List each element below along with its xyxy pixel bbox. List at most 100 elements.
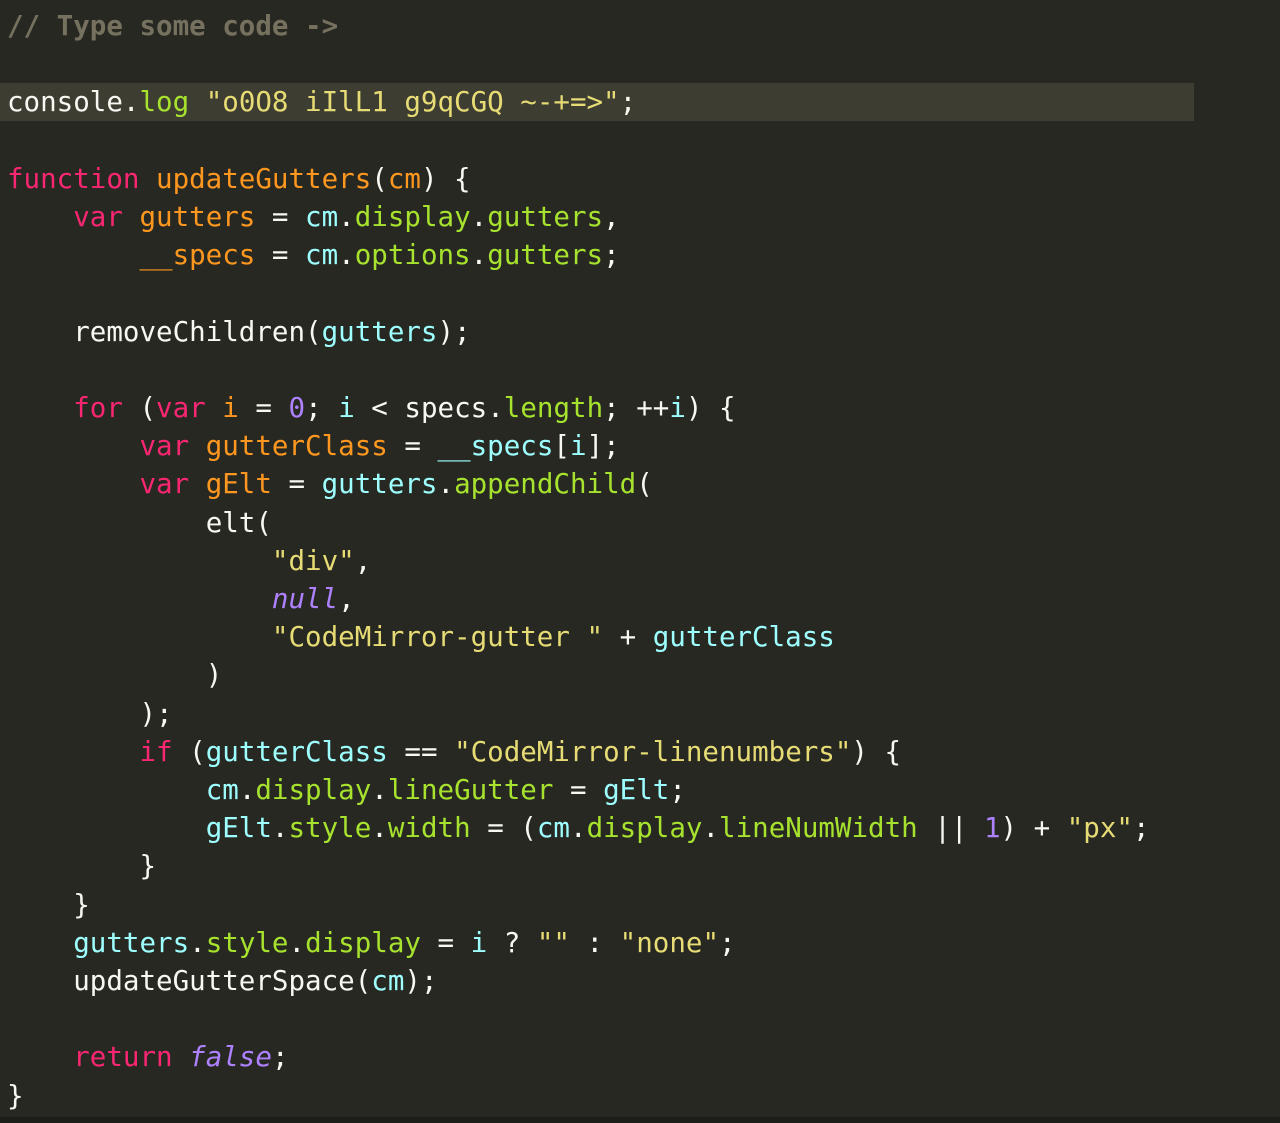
code-line[interactable]: gutters.style.display = i ? "" : "none"; — [7, 924, 735, 962]
code-token: removeChildren — [73, 315, 306, 348]
code-token: "CodeMirror-gutter " — [271, 621, 604, 654]
code-token: ( — [371, 162, 388, 195]
code-token: + — [603, 621, 653, 654]
code-token: ? — [487, 926, 537, 959]
code-token: elt — [205, 506, 256, 539]
code-token: . — [371, 812, 388, 845]
code-token: = — [553, 774, 604, 806]
code-token: = — [255, 201, 306, 233]
code-token: ( — [172, 735, 206, 768]
code-line[interactable]: elt( — [7, 504, 272, 542]
code-token: ) + — [1000, 812, 1067, 845]
code-token: console — [7, 86, 123, 119]
code-line[interactable]: var gutters = cm.display.gutters, — [7, 198, 619, 236]
code-editor[interactable]: // Type some code -> console.log "o0O8 iI… — [0, 0, 1280, 1123]
code-line[interactable]: ) — [7, 656, 223, 694]
code-token: display — [255, 774, 372, 806]
code-token: ; — [1132, 812, 1150, 845]
code-token: 1 — [983, 812, 1001, 845]
code-token: var — [156, 392, 206, 424]
code-token: options — [354, 239, 471, 272]
code-token: for — [73, 392, 123, 424]
code-line[interactable]: ); — [7, 695, 173, 733]
code-token: = — [255, 239, 306, 272]
code-token: lineNumWidth — [719, 812, 918, 845]
code-token: __specs — [139, 239, 256, 272]
code-token: } — [139, 850, 157, 883]
code-token: "div" — [271, 544, 355, 577]
code-token: . — [702, 812, 720, 845]
code-line[interactable]: gElt.style.width = (cm.display.lineNumWi… — [7, 809, 1150, 847]
code-token: . — [338, 201, 355, 233]
code-line[interactable]: "div", — [7, 542, 371, 580]
code-line[interactable]: // Type some code -> — [7, 7, 338, 45]
code-token: i — [569, 430, 587, 463]
code-token: ( — [354, 965, 372, 997]
code-token: display — [305, 926, 421, 959]
code-line[interactable]: } — [7, 847, 156, 885]
code-token: gElt — [205, 468, 272, 501]
code-line[interactable]: removeChildren(gutters); — [7, 313, 471, 351]
code-token: style — [288, 812, 372, 845]
code-token: gutterClass — [205, 430, 388, 463]
code-token: || — [917, 812, 984, 845]
code-token: == — [387, 735, 455, 768]
code-line[interactable]: if (gutterClass == "CodeMirror-linenumbe… — [7, 733, 901, 771]
code-token: . — [371, 774, 388, 806]
code-token: ; — [669, 774, 686, 806]
code-token: ) { — [851, 735, 902, 768]
code-line[interactable]: "CodeMirror-gutter " + gutterClass — [7, 618, 835, 656]
code-token: = — [420, 926, 471, 959]
code-token: style — [205, 926, 289, 959]
code-line[interactable]: __specs = cm.options.gutters; — [7, 236, 619, 274]
code-token: cm — [305, 239, 339, 272]
code-token: gutterClass — [652, 621, 835, 654]
code-line[interactable]: console.log "o0O8 iIlL1 g9qCGQ ~-+=>"; — [7, 83, 636, 121]
code-token: = — [238, 392, 289, 424]
code-token: width — [387, 812, 471, 845]
code-token: . — [238, 774, 256, 806]
code-token: gutters — [73, 926, 190, 959]
code-line[interactable]: updateGutterSpace(cm); — [7, 962, 438, 1000]
code-token: // Type some code -> — [7, 10, 339, 42]
code-line[interactable]: var gutterClass = __specs[i]; — [7, 427, 620, 465]
code-line[interactable]: null, — [7, 580, 355, 618]
code-token: ); — [404, 965, 438, 997]
code-line[interactable]: } — [7, 1077, 24, 1115]
code-token: ); — [139, 697, 173, 730]
code-token: ]; — [586, 430, 620, 463]
code-token: ; — [305, 392, 339, 424]
code-token: null — [271, 583, 339, 615]
code-token: cm — [387, 162, 421, 195]
code-token: ) { — [685, 392, 736, 424]
code-line[interactable]: return false; — [7, 1038, 288, 1076]
code-token: ( — [255, 506, 272, 539]
code-token: "" — [536, 926, 570, 959]
code-token: . — [570, 812, 587, 845]
code-token: ); — [437, 315, 471, 348]
code-line[interactable]: function updateGutters(cm) { — [7, 160, 471, 198]
code-token: var — [139, 468, 190, 501]
code-line[interactable]: var gElt = gutters.appendChild( — [7, 465, 652, 503]
code-token: i — [470, 926, 488, 959]
code-token: display — [354, 201, 471, 233]
code-line[interactable]: cm.display.lineGutter = gElt; — [7, 771, 686, 809]
code-line[interactable]: } — [7, 886, 90, 924]
code-line[interactable]: for (var i = 0; i < specs.length; ++i) { — [7, 389, 736, 427]
